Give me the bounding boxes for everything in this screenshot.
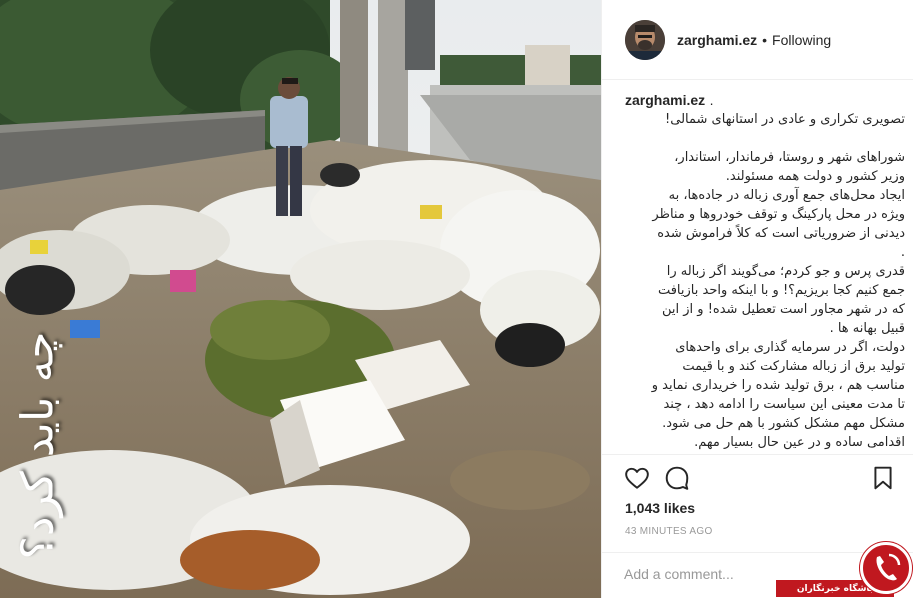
caption-line xyxy=(625,129,905,148)
caption-line: که در شهر مجاور است تعطیل شده! و از این xyxy=(662,302,905,317)
caption-line: مشکل مهم مشکل کشور با هم حل می شود. xyxy=(662,416,905,431)
avatar[interactable] xyxy=(625,19,665,60)
watermark-logo-icon xyxy=(860,542,912,594)
caption-line: شوراهای شهر و روستا، فرماندار، استاندار، xyxy=(674,150,905,165)
likes-count[interactable]: 1,043 likes xyxy=(625,500,695,516)
caption-line: تا مدت معینی این سیاست را ادامه دهد ، چن… xyxy=(663,397,905,412)
caption-text: تصویری تکراری و عادی در استانهای شمالی! ش… xyxy=(625,110,905,454)
post-photo[interactable]: چه باید کرد؟ xyxy=(0,0,601,598)
caption-user-suffix: . xyxy=(709,92,714,108)
watermark-phone-logo-icon xyxy=(876,553,901,581)
caption-line: قدری پرس و جو کردم؛ می‌گویند اگر زباله ر… xyxy=(666,264,905,279)
caption-area: zarghami.ez . تصویری تکراری و عادی در اس… xyxy=(625,92,905,454)
caption-line: تولید برق از زباله مشارکت کند و با قیمت xyxy=(682,359,905,374)
post-header: zarghami.ez • Following xyxy=(602,0,913,80)
caption-header: zarghami.ez . xyxy=(625,92,905,110)
caption-username-link[interactable]: zarghami.ez xyxy=(625,92,705,108)
post-side-panel: zarghami.ez • Following zarghami.ez . تص… xyxy=(601,0,913,598)
garbage-scene-image xyxy=(0,0,601,598)
comment-input[interactable] xyxy=(624,566,774,582)
caption-line: اقدامی ساده و در عین حال بسیار مهم. xyxy=(694,435,905,450)
caption-line: وزیر کشور و دولت همه مسئولند. xyxy=(725,169,905,184)
caption-line: قبیل بهانه ها . xyxy=(829,321,905,336)
news-agency-watermark: باشگاه خبرنگاران xyxy=(776,538,913,598)
caption-line: . xyxy=(900,245,905,260)
following-button[interactable]: Following xyxy=(772,32,831,48)
caption-line: جمع کنیم کجا بریزیم؟! و با اینکه واحد با… xyxy=(657,283,905,298)
caption-line: تصویری تکراری و عادی در استانهای شمالی! xyxy=(665,112,905,127)
caption-line: دیدنی از ضروریاتی است که کلاً فراموش شده xyxy=(657,226,905,241)
speech-bubble-icon[interactable] xyxy=(664,465,690,491)
photo-caption-overlay: چه باید کرد؟ xyxy=(8,331,68,559)
avatar-portrait-icon xyxy=(625,19,665,60)
heart-outline-icon[interactable] xyxy=(624,465,650,491)
caption-line: ویژه در محل پارکینگ و توقف خودروها و منا… xyxy=(652,207,905,222)
caption-line: دولت، اگر در سرمایه گذاری برای واحدهای xyxy=(675,340,905,355)
post-timestamp[interactable]: 43 MINUTES AGO xyxy=(625,526,713,537)
caption-line: مناسب هم ، برق تولید شده را خریداری نمای… xyxy=(651,378,905,393)
header-username-link[interactable]: zarghami.ez xyxy=(677,32,757,48)
caption-line: ایجاد محل‌های جمع آوری زباله در جاده‌ها،… xyxy=(668,188,905,203)
action-bar xyxy=(602,454,913,500)
header-separator-dot: • xyxy=(762,31,768,48)
overlay-question-text: چه باید کرد؟ xyxy=(12,331,64,559)
bookmark-icon[interactable] xyxy=(870,465,896,491)
